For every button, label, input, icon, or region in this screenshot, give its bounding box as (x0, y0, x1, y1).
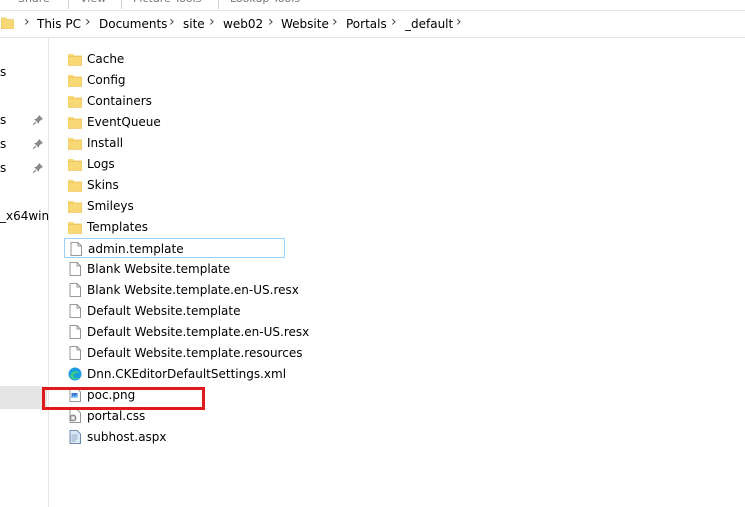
folder-icon (68, 201, 82, 213)
ribbon-tab[interactable]: Lookup Tools (230, 0, 300, 5)
file-name: Default Website.template (87, 304, 241, 318)
file-name: subhost.aspx (87, 430, 167, 444)
ribbon-tab[interactable]: Picture Tools (133, 0, 201, 5)
breadcrumb-item[interactable]: web02 (223, 17, 263, 31)
annotation-highlight-box (42, 387, 205, 410)
breadcrumb-item[interactable]: Website (281, 17, 329, 31)
css-file-icon (69, 409, 81, 423)
folder-icon (68, 96, 82, 108)
ribbon-separator (121, 0, 122, 9)
file-icon (69, 346, 81, 360)
folder-icon (68, 222, 82, 234)
nav-selected-item[interactable] (0, 386, 47, 409)
file-row[interactable]: admin.template (64, 238, 285, 258)
navigation-pane[interactable]: s s s s _x64win (0, 38, 49, 507)
chevron-right-icon[interactable]: › (268, 15, 274, 29)
nav-item-label[interactable]: s (0, 65, 6, 79)
file-icon (69, 262, 81, 276)
breadcrumb-item[interactable]: This PC (37, 17, 81, 31)
file-name: Containers (87, 94, 152, 108)
file-row[interactable]: Blank Website.template.en-US.resx (64, 280, 299, 300)
folder-row[interactable]: Templates (64, 217, 285, 237)
file-icon (69, 283, 81, 297)
file-name: Cache (87, 52, 125, 66)
folder-row[interactable]: Containers (64, 91, 285, 111)
file-name: admin.template (88, 242, 184, 256)
file-name: portal.css (87, 409, 146, 423)
file-row[interactable]: Default Website.template.resources (64, 343, 302, 363)
folder-row[interactable]: Skins (64, 175, 285, 195)
ribbon-separator (68, 0, 69, 9)
file-name: Dnn.CKEditorDefaultSettings.xml (87, 367, 287, 381)
address-bar[interactable]: › › › › › › › › This PC Documents site web02 Website… (0, 11, 745, 38)
folder-row[interactable]: Logs (64, 154, 285, 174)
file-name: Blank Website.template.en-US.resx (87, 283, 299, 297)
ribbon-tab[interactable]: View (80, 0, 106, 5)
file-name: Default Website.template.en-US.resx (87, 325, 310, 339)
pin-icon[interactable] (33, 163, 43, 173)
folder-icon (68, 138, 82, 150)
file-icon (69, 304, 81, 318)
file-row[interactable]: Default Website.template (64, 301, 285, 321)
folder-icon (68, 159, 82, 171)
breadcrumb-item[interactable]: site (183, 17, 205, 31)
ribbon-tabs: Share View Picture Tools Lookup Tools (0, 0, 745, 11)
breadcrumb-item[interactable]: _default (405, 17, 453, 31)
folder-icon (68, 54, 82, 66)
file-name: EventQueue (87, 115, 161, 129)
file-name: Smileys (87, 199, 134, 213)
folder-icon (68, 75, 82, 87)
nav-item-label[interactable]: s (0, 113, 6, 127)
folder-icon (1, 17, 14, 29)
file-name: Skins (87, 178, 119, 192)
nav-item-label[interactable]: s (0, 161, 6, 175)
edge-xml-icon (68, 367, 82, 381)
chevron-right-icon[interactable]: › (456, 15, 462, 29)
file-icon (69, 325, 81, 339)
chevron-right-icon[interactable]: › (24, 15, 30, 29)
pin-icon[interactable] (33, 139, 43, 149)
folder-icon (68, 117, 82, 129)
file-name: Default Website.template.resources (87, 346, 303, 360)
nav-item-label[interactable]: s (0, 137, 6, 151)
breadcrumb-item[interactable]: Portals (346, 17, 387, 31)
chevron-right-icon[interactable]: › (85, 15, 91, 29)
chevron-right-icon[interactable]: › (332, 15, 338, 29)
chevron-right-icon[interactable]: › (169, 15, 175, 29)
folder-icon (68, 180, 82, 192)
folder-row[interactable]: Install (64, 133, 285, 153)
file-row[interactable]: Blank Website.template (64, 259, 285, 279)
file-icon (70, 242, 82, 256)
file-name: Blank Website.template (87, 262, 231, 276)
aspx-file-icon (69, 430, 81, 444)
file-name: Templates (87, 220, 149, 234)
file-row[interactable]: subhost.aspx (64, 427, 285, 447)
folder-row[interactable]: EventQueue (64, 112, 285, 132)
file-row[interactable]: Default Website.template.en-US.resx (64, 322, 309, 342)
file-row[interactable]: Dnn.CKEditorDefaultSettings.xml (64, 364, 287, 384)
file-name: Logs (87, 157, 115, 171)
breadcrumb-item[interactable]: Documents (99, 17, 167, 31)
pin-icon[interactable] (33, 115, 43, 125)
file-list[interactable]: Cache Config Containers EventQueue Install Lo… (49, 38, 745, 507)
nav-item-label[interactable]: _x64win (0, 209, 49, 223)
file-name: Install (87, 136, 124, 150)
chevron-right-icon[interactable]: › (391, 15, 397, 29)
folder-row[interactable]: Smileys (64, 196, 285, 216)
ribbon-tab[interactable]: Share (18, 0, 50, 5)
chevron-right-icon[interactable]: › (209, 15, 215, 29)
ribbon-separator (218, 0, 219, 9)
file-name: Config (87, 73, 126, 87)
folder-row[interactable]: Config (64, 70, 285, 90)
folder-row[interactable]: Cache (64, 49, 285, 69)
